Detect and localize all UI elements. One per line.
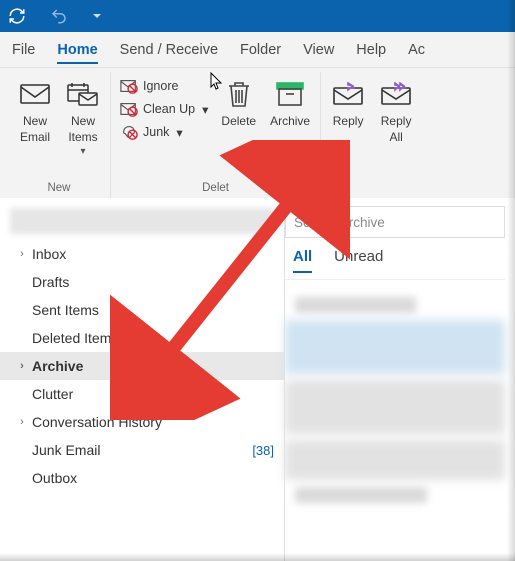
ribbon-tab-file[interactable]: File — [12, 36, 35, 64]
envelope-icon — [18, 78, 52, 110]
reply-label: Reply — [333, 114, 364, 130]
folder-inbox[interactable]: › Inbox — [0, 240, 284, 268]
archive-label: Archive — [270, 114, 310, 130]
folder-label: Drafts — [32, 274, 69, 290]
ribbon-group-new: NewEmail NewItems▾ New — [8, 72, 111, 198]
ignore-button[interactable]: Ignore — [117, 76, 211, 96]
reply-all-label: ReplyAll — [381, 114, 412, 145]
folder-label: Conversation History — [32, 414, 162, 430]
folder-clutter[interactable]: Clutter — [0, 380, 284, 408]
ribbon-group-delete: Ignore Clean Up ▾ Junk ▾ — [111, 72, 321, 198]
reply-all-icon — [379, 78, 413, 110]
folder-label: Inbox — [32, 246, 66, 262]
reply-all-button[interactable]: ReplyAll — [375, 74, 417, 179]
reply-button[interactable]: Reply — [327, 74, 369, 179]
ribbon-tab-help[interactable]: Help — [356, 36, 386, 64]
delete-button[interactable]: Delete — [217, 74, 260, 179]
folder-label: Junk Email — [32, 442, 100, 458]
trash-icon — [222, 78, 256, 110]
ribbon-tab-view[interactable]: View — [303, 36, 334, 64]
title-bar — [0, 0, 515, 32]
unread-count: [38] — [252, 443, 274, 458]
chevron-right-icon: › — [16, 416, 28, 428]
ribbon-tabs: File Home Send / Receive Folder View Hel… — [0, 32, 515, 68]
list-filter-tabs: All Unread — [285, 248, 505, 280]
junk-label: Junk — [143, 125, 169, 139]
ignore-label: Ignore — [143, 79, 178, 93]
folder-sent-items[interactable]: Sent Items — [0, 296, 284, 324]
folder-label: Sent Items — [32, 302, 99, 318]
group-label-respond — [371, 179, 374, 198]
qat-dropdown-icon[interactable] — [92, 11, 102, 21]
folder-conversation-history[interactable]: › Conversation History — [0, 408, 284, 436]
new-email-button[interactable]: NewEmail — [14, 74, 56, 179]
folder-label: Deleted Items — [32, 330, 118, 346]
message-list[interactable] — [285, 280, 505, 520]
new-items-button[interactable]: NewItems▾ — [62, 74, 104, 179]
account-header[interactable] — [10, 208, 274, 234]
folder-deleted-items[interactable]: Deleted Items — [0, 324, 284, 352]
new-items-label: NewItems▾ — [68, 114, 97, 158]
ribbon-tab-send-receive[interactable]: Send / Receive — [120, 36, 218, 64]
folder-outbox[interactable]: Outbox — [0, 464, 284, 492]
folder-drafts[interactable]: Drafts — [0, 268, 284, 296]
undo-icon[interactable] — [50, 7, 68, 25]
archive-button[interactable]: Archive — [266, 74, 314, 179]
workspace: › Inbox Drafts Sent Items Deleted Items ›… — [0, 198, 515, 561]
ribbon-tab-folder[interactable]: Folder — [240, 36, 281, 64]
cleanup-label: Clean Up — [143, 102, 195, 116]
group-label-delete: Delet — [202, 179, 229, 198]
folder-junk-email[interactable]: Junk Email [38] — [0, 436, 284, 464]
ribbon-tab-home[interactable]: Home — [57, 36, 97, 64]
search-placeholder: Search Archive — [294, 215, 385, 230]
chevron-right-icon: › — [16, 360, 28, 372]
ribbon-group-respond: Reply ReplyAll — [321, 72, 423, 198]
archive-icon — [273, 78, 307, 110]
refresh-icon[interactable] — [8, 7, 26, 25]
ribbon-body: NewEmail NewItems▾ New Ignore Clean Up — [0, 68, 515, 198]
delete-label: Delete — [221, 114, 256, 130]
message-list-pane: Search Archive All Unread — [285, 198, 515, 561]
folder-label: Clutter — [32, 386, 73, 402]
chevron-right-icon: › — [16, 248, 28, 260]
junk-button[interactable]: Junk ▾ — [117, 122, 211, 142]
tab-unread[interactable]: Unread — [334, 248, 383, 273]
new-email-label: NewEmail — [20, 114, 50, 145]
cleanup-button[interactable]: Clean Up ▾ — [117, 99, 211, 119]
chevron-down-icon: ▾ — [176, 125, 182, 140]
folder-label: Outbox — [32, 470, 77, 486]
folder-pane: › Inbox Drafts Sent Items Deleted Items ›… — [0, 198, 285, 561]
tab-all[interactable]: All — [293, 248, 312, 273]
chevron-down-icon: ▾ — [202, 102, 208, 117]
ribbon-tab-more[interactable]: Ac — [408, 36, 425, 64]
cursor-icon — [209, 72, 225, 95]
folder-archive[interactable]: › Archive — [0, 352, 284, 380]
calendar-mail-icon — [66, 78, 100, 110]
group-label-new: New — [47, 179, 70, 198]
reply-icon — [331, 78, 365, 110]
search-input[interactable]: Search Archive — [285, 206, 505, 238]
folder-label: Archive — [32, 358, 83, 374]
